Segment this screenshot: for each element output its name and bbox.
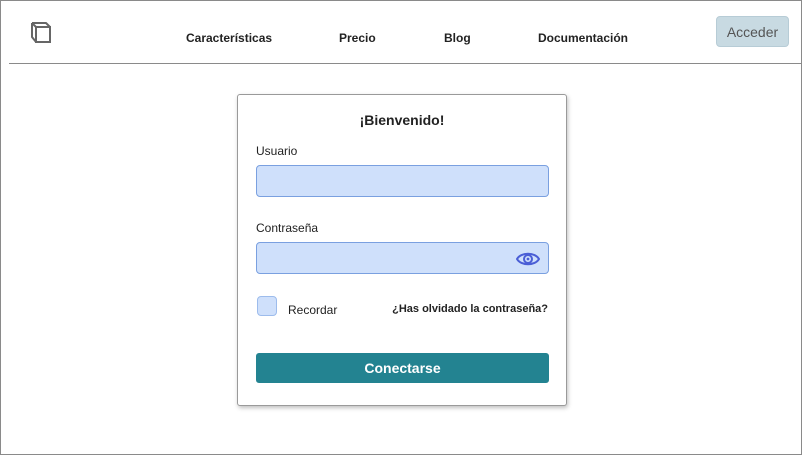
nav-documentacion[interactable]: Documentación — [538, 31, 628, 45]
acceder-button[interactable]: Acceder — [716, 16, 789, 47]
eye-icon[interactable] — [515, 249, 541, 269]
cube-icon[interactable] — [29, 21, 53, 45]
login-card: ¡Bienvenido! Usuario Contraseña Recordar… — [237, 94, 567, 406]
conectarse-button[interactable]: Conectarse — [256, 353, 549, 383]
login-title: ¡Bienvenido! — [359, 112, 445, 128]
username-label: Usuario — [256, 144, 298, 158]
remember-checkbox[interactable] — [257, 296, 277, 316]
nav-caracteristicas[interactable]: Características — [186, 31, 272, 45]
nav-precio[interactable]: Precio — [339, 31, 376, 45]
username-input[interactable] — [257, 166, 548, 196]
username-field-wrapper — [256, 165, 549, 197]
password-label: Contraseña — [256, 221, 319, 235]
password-input[interactable] — [257, 243, 548, 273]
app-window: Características Precio Blog Documentació… — [0, 0, 802, 455]
header-divider — [9, 63, 801, 64]
forgot-password-link[interactable]: ¿Has olvidado la contraseña? — [392, 303, 548, 315]
nav-blog[interactable]: Blog — [444, 31, 471, 45]
password-field-wrapper — [256, 242, 549, 274]
remember-label: Recordar — [288, 303, 338, 317]
